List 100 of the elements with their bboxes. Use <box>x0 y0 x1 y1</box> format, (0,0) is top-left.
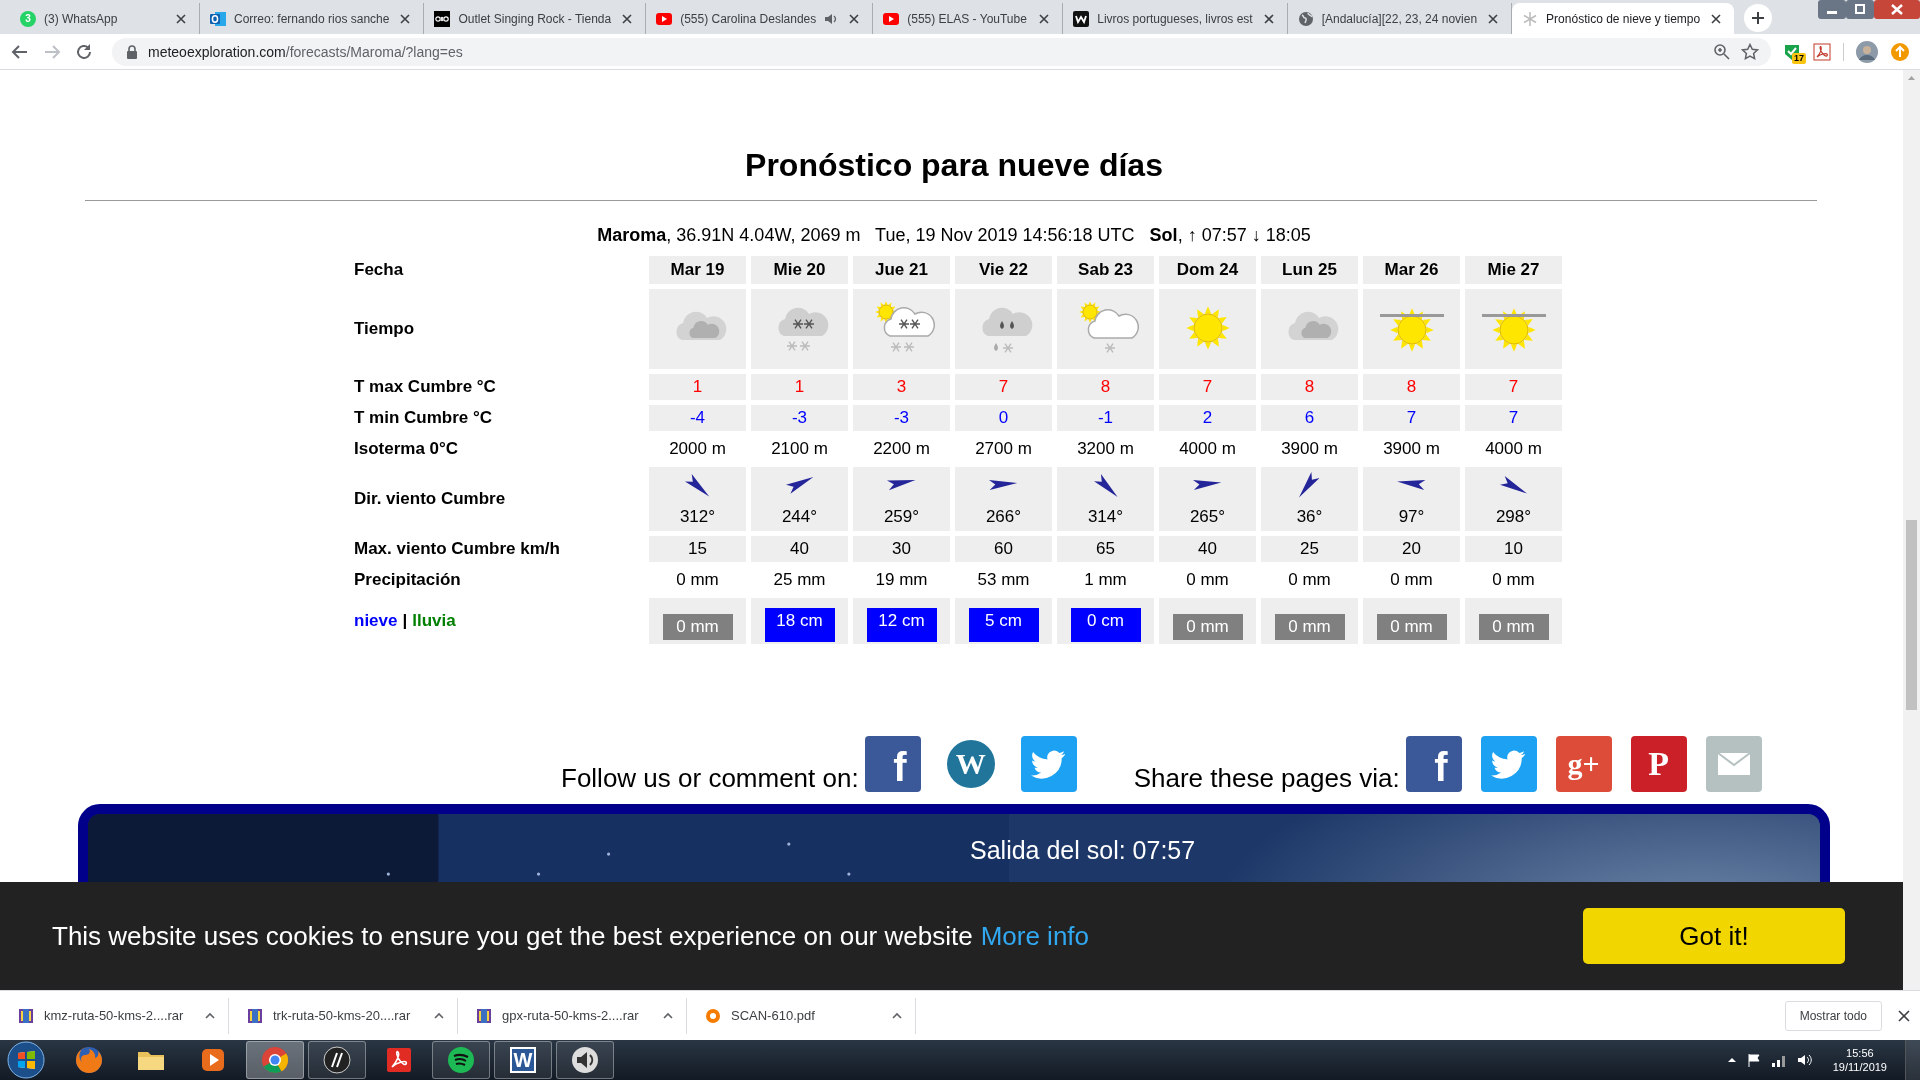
snow-bar: 0 mm <box>1172 614 1243 640</box>
address-bar[interactable]: meteoexploration.com/forecasts/Maroma/?lang=es <box>112 37 1771 66</box>
date-header: Jue 21 <box>853 256 950 284</box>
date-header: Mie 27 <box>1465 256 1562 284</box>
zoom-icon[interactable] <box>1713 42 1731 61</box>
clock-date: 19/11/2019 <box>1832 1060 1887 1074</box>
whatsapp-icon: 3 <box>20 10 36 27</box>
snow-bar: 0 cm <box>1070 608 1141 642</box>
acrobat-icon <box>384 1045 414 1075</box>
table-cell: 30 <box>853 536 950 562</box>
speaker-app-icon <box>570 1045 600 1075</box>
table-cell: 7 <box>1159 374 1256 400</box>
snow-bar: 12 cm <box>866 608 937 642</box>
tray-expand-icon[interactable] <box>1726 1055 1737 1065</box>
facebook-button[interactable]: f <box>864 736 921 792</box>
taskbar-button[interactable] <box>432 1041 490 1079</box>
table-cell: 7 <box>1363 405 1460 431</box>
date-header: Mie 20 <box>751 256 848 284</box>
show-all-button[interactable]: Mostrar todo <box>1784 1000 1882 1031</box>
table-cell: 25 <box>1261 536 1358 562</box>
row-label: T max Cumbre °C <box>354 376 497 398</box>
taskbar-button[interactable]: W <box>494 1041 552 1079</box>
table-cell: 65 <box>1057 536 1154 562</box>
row-label: Precipitación <box>354 569 462 591</box>
separator-text: | <box>402 611 408 631</box>
snow-bar: 0 mm <box>1478 614 1549 640</box>
table-cell: 40 <box>751 536 848 562</box>
volume-icon[interactable] <box>1796 1053 1813 1067</box>
pdf-icon[interactable] <box>1813 42 1831 61</box>
facebook-button[interactable]: f <box>1405 736 1462 792</box>
close-button[interactable] <box>1874 0 1920 19</box>
table-cell: -3 <box>853 405 950 431</box>
wind-direction: 36° <box>1296 507 1323 527</box>
table-cell: 8 <box>1261 374 1358 400</box>
maximize-button[interactable] <box>1846 0 1874 19</box>
globe-icon <box>1297 10 1314 27</box>
wind-direction: 97° <box>1398 507 1425 527</box>
word-icon: W <box>510 1047 536 1073</box>
snow-label: nieve <box>354 611 398 631</box>
table-cell: 7 <box>955 374 1052 400</box>
close-icon[interactable] <box>1898 1009 1910 1022</box>
google-plus-button[interactable]: g+ <box>1555 736 1612 792</box>
more-info-link[interactable]: More info <box>980 920 1090 951</box>
start-button[interactable] <box>6 1040 46 1080</box>
pinterest-button[interactable]: P <box>1630 736 1687 792</box>
signal-icon[interactable] <box>1770 1053 1787 1067</box>
row-label: Tiempo <box>354 318 416 340</box>
table-cell: 1 <box>649 374 746 400</box>
date-header: Mar 19 <box>649 256 746 284</box>
minimize-button[interactable] <box>1818 0 1846 19</box>
follow-label: Follow us or comment on: <box>561 764 859 792</box>
download-item[interactable]: SCAN-610.pdf <box>687 997 916 1034</box>
twitter-button[interactable] <box>1020 736 1077 792</box>
wind-direction: 244° <box>781 507 818 527</box>
table-cell: 20 <box>1363 536 1460 562</box>
download-item[interactable]: gpx-ruta-50-kms-2....rar <box>458 997 687 1034</box>
wind-direction: 259° <box>883 507 920 527</box>
lock-icon <box>126 44 138 59</box>
wind-direction: 265° <box>1189 507 1226 527</box>
date-header: Sab 23 <box>1057 256 1154 284</box>
flag-icon[interactable] <box>1746 1053 1761 1067</box>
row-label: Isoterma 0°C <box>354 438 460 460</box>
download-item[interactable]: trk-ruta-50-kms-20....rar <box>229 997 458 1034</box>
date-header: Mar 26 <box>1363 256 1460 284</box>
sunrise-text: Salida del sol: 07:57 <box>970 836 1197 865</box>
url-text: meteoexploration.com/forecasts/Maroma/?lang=es <box>148 43 464 60</box>
wordpress-button[interactable]: W <box>946 740 995 788</box>
row-label: Dir. viento Cumbre <box>354 488 507 510</box>
table-cell: 15 <box>649 536 746 562</box>
got-it-button[interactable]: Got it! <box>1583 908 1845 964</box>
star-icon[interactable] <box>1741 42 1759 61</box>
snow-bar: 0 mm <box>1274 614 1345 640</box>
table-cell: 10 <box>1465 536 1562 562</box>
download-item[interactable]: kmz-ruta-50-kms-2....rar <box>0 997 229 1034</box>
table-cell: 6 <box>1261 405 1358 431</box>
table-cell: 2 <box>1159 405 1256 431</box>
book-app-icon <box>1073 10 1090 27</box>
taskbar-button[interactable] <box>556 1041 614 1079</box>
table-cell: -3 <box>751 405 848 431</box>
snow-bar: 18 cm <box>764 608 835 642</box>
table-cell: 3 <box>853 374 950 400</box>
page-title: Pronóstico para nueve días <box>744 146 1164 185</box>
profile-avatar[interactable] <box>1856 40 1878 63</box>
table-cell: 60 <box>955 536 1052 562</box>
mail-app-icon <box>210 10 226 27</box>
table-cell: 7 <box>1465 405 1562 431</box>
taskbar-button[interactable] <box>308 1041 366 1079</box>
twitter-button[interactable] <box>1480 736 1537 792</box>
snow-bar: 0 mm <box>1376 614 1447 640</box>
scrollbar-thumb[interactable] <box>1906 520 1917 710</box>
snow-bar: 5 cm <box>968 608 1039 642</box>
browser-tab[interactable]: Pronóstico de nieve y tiempo <box>1512 3 1735 34</box>
table-cell: 40 <box>1159 536 1256 562</box>
table-cell: 7 <box>1465 374 1562 400</box>
video-play-icon <box>883 10 900 27</box>
share-label: Share these pages via: <box>1133 764 1400 792</box>
firefox-icon <box>74 1045 104 1075</box>
new-tab-button[interactable] <box>1744 4 1773 32</box>
hp-logo-icon <box>322 1045 352 1075</box>
table-cell: 8 <box>1363 374 1460 400</box>
